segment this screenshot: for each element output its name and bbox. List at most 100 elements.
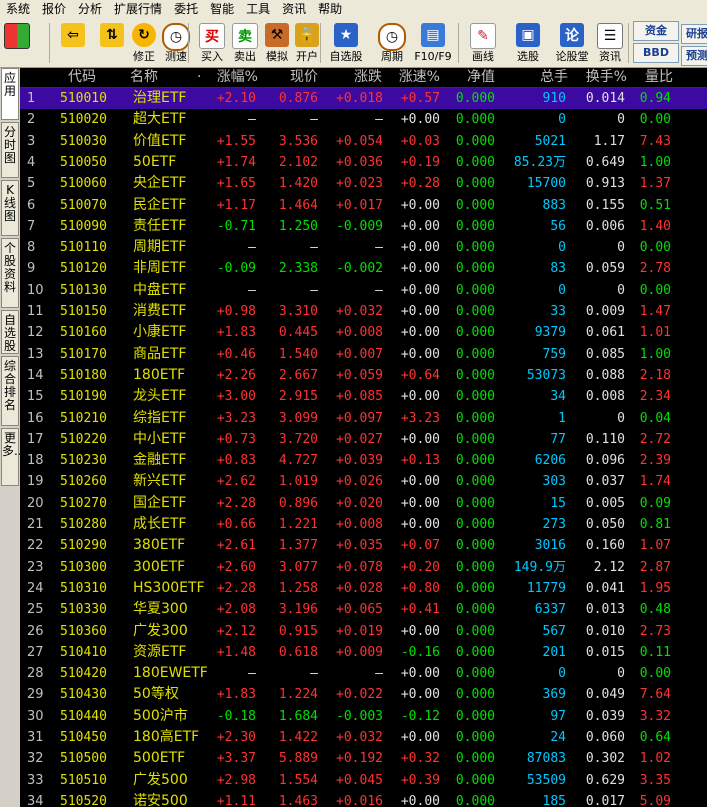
menu-item-5[interactable]: 智能 — [204, 0, 240, 19]
stock-select-button[interactable]: ▣ 选股 — [508, 19, 548, 67]
news-button[interactable]: ☰ 资讯 — [593, 19, 627, 67]
measure-button[interactable]: ◷ 测速 — [162, 19, 190, 67]
period-button[interactable]: ◷ 周期 — [374, 19, 410, 67]
back-button[interactable]: ⇦ — [58, 19, 88, 67]
funds-button[interactable]: 资金 — [633, 21, 679, 41]
table-row[interactable]: 5 510060 央企ETF +1.65 1.420 +0.023 +0.28 0.000 15… — [20, 173, 707, 194]
column-header-0[interactable]: 代码 — [68, 68, 96, 87]
menu-item-0[interactable]: 系统 — [0, 0, 36, 19]
column-header-8[interactable]: 总手 — [540, 68, 568, 87]
bbd-button[interactable]: BBD — [633, 43, 679, 63]
change-cell: +0.027 — [336, 431, 383, 447]
table-row[interactable]: 14 510180 180ETF +2.26 2.667 +0.059 +0.64 0.000… — [20, 365, 707, 386]
volume-cell: 77 — [550, 431, 566, 447]
column-header-9[interactable]: 换手% — [586, 68, 627, 87]
turnover-cell: 0 — [617, 282, 625, 298]
sell-button[interactable]: 卖卖出 — [230, 19, 260, 67]
price-cell: 3.310 — [278, 304, 318, 319]
layout-button[interactable] — [3, 19, 31, 67]
table-row[interactable]: 24 510310 HS300ETF +2.28 1.258 +0.028 +0.80 0.0… — [20, 578, 707, 599]
table-row[interactable]: 7 510090 责任ETF -0.71 1.250 -0.009 +0.00 0.000 56… — [20, 216, 707, 237]
table-row[interactable]: 8 510110 周期ETF — — — +0.00 0.000 0 0 0.00 — [20, 237, 707, 258]
table-row[interactable]: 16 510210 综指ETF +3.23 3.099 +0.097 +3.23 0.000 1… — [20, 408, 707, 429]
table-row[interactable]: 4 510050 50ETF +1.74 2.102 +0.036 +0.19 0.000 85… — [20, 152, 707, 173]
table-row[interactable]: 12 510160 小康ETF +1.83 0.445 +0.008 +0.00 0.000 9… — [20, 322, 707, 343]
sidebar-tab-0[interactable]: 应用 — [1, 68, 19, 120]
name-cell: 中小ETF — [133, 430, 187, 447]
simulate-button[interactable]: ⚒ 模拟 — [263, 19, 291, 67]
table-row[interactable]: 15 510190 龙头ETF +3.00 2.915 +0.085 +0.00 0.000 3… — [20, 386, 707, 407]
column-header-3[interactable]: 涨幅% — [217, 68, 258, 87]
table-row[interactable]: 32 510500 500ETF +3.37 5.889 +0.192 +0.32 0.000… — [20, 748, 707, 769]
change-cell: — — [375, 666, 383, 682]
draw-button[interactable]: ✎ 画线 — [463, 19, 503, 67]
table-row[interactable]: 18 510230 金融ETF +0.83 4.727 +0.039 +0.13 0.000 6… — [20, 450, 707, 471]
column-header-7[interactable]: 净值 — [467, 68, 495, 87]
column-header-4[interactable]: 现价 — [290, 68, 318, 87]
code-cell: 510520 — [60, 793, 107, 807]
table-row[interactable]: 26 510360 广发300 +2.12 0.915 +0.019 +0.00 0.000 5… — [20, 621, 707, 642]
turnover-cell: 0.629 — [585, 772, 625, 788]
up-down-button[interactable]: ⇅ — [97, 19, 127, 67]
menu-item-3[interactable]: 扩展行情 — [108, 0, 168, 19]
table-row[interactable]: 17 510220 中小ETF +0.73 3.720 +0.027 +0.00 0.000 7… — [20, 429, 707, 450]
table-row[interactable]: 29 510430 50等权 +1.83 1.224 +0.022 +0.00 0.000 36… — [20, 684, 707, 705]
sidebar-tab-1[interactable]: 分时图 — [1, 122, 19, 178]
column-header-6[interactable]: 涨速% — [399, 68, 440, 87]
watchlist-button[interactable]: ★ 自选股 — [328, 19, 364, 67]
table-row[interactable]: 21 510280 成长ETF +0.66 1.221 +0.008 +0.00 0.000 2… — [20, 514, 707, 535]
table-header: 代码 名称 · 涨幅% 现价 涨跌 涨速% 净值 总手 换手% 量比 — [20, 68, 707, 88]
table-row[interactable]: 31 510450 180高ETF +2.30 1.422 +0.032 +0.00 0.00… — [20, 727, 707, 748]
speed-cell: +0.00 — [400, 730, 440, 745]
research-button[interactable]: 研报 — [681, 24, 707, 44]
table-row[interactable]: 1 510010 治理ETF +2.10 0.876 +0.018 +0.57 0.000 91… — [20, 88, 707, 110]
table-row[interactable]: 23 510300 300ETF +2.60 3.077 +0.078 +0.20 0.000… — [20, 557, 707, 578]
menu-item-7[interactable]: 资讯 — [276, 0, 312, 19]
open-account-button[interactable]: 🔒 开户 — [293, 19, 321, 67]
column-header-10[interactable]: 量比 — [645, 68, 673, 87]
table-row[interactable]: 2 510020 超大ETF — — — +0.00 0.000 0 0 0.00 — [20, 109, 707, 130]
table-row[interactable]: 28 510420 180EWETF — — — +0.00 0.000 0 0 0.00 — [20, 663, 707, 684]
menu-item-2[interactable]: 分析 — [72, 0, 108, 19]
nav-cell: 0.000 — [455, 197, 495, 213]
menu-item-1[interactable]: 报价 — [36, 0, 72, 19]
column-header-5[interactable]: 涨跌 — [354, 68, 382, 87]
forum-button[interactable]: 论论股堂 — [553, 19, 591, 67]
menu-item-4[interactable]: 委托 — [168, 0, 204, 19]
column-header-1[interactable]: 名称 — [130, 68, 158, 87]
speed-cell: +0.00 — [400, 261, 440, 277]
column-header-2[interactable]: · — [197, 68, 201, 87]
table-row[interactable]: 6 510070 民企ETF +1.17 1.464 +0.017 +0.00 0.000 88… — [20, 195, 707, 216]
table-row[interactable]: 20 510270 国企ETF +2.28 0.896 +0.020 +0.00 0.000 1… — [20, 493, 707, 514]
table-row[interactable]: 9 510120 非周ETF -0.09 2.338 -0.002 +0.00 0.000 83… — [20, 258, 707, 279]
sidebar-tab-4[interactable]: 自选股 — [1, 310, 19, 354]
volume-ratio-cell: 0.64 — [639, 730, 671, 745]
correct-button[interactable]: ↻ 修正 — [130, 19, 158, 67]
sidebar-tab-5[interactable]: 综合排名 — [1, 356, 19, 426]
table-row[interactable]: 11 510150 消费ETF +0.98 3.310 +0.032 +0.00 0.000 3… — [20, 301, 707, 322]
table-row[interactable]: 25 510330 华夏300 +2.08 3.196 +0.065 +0.41 0.000 6… — [20, 599, 707, 620]
menu-item-6[interactable]: 工具 — [240, 0, 276, 19]
volume-cell: 0 — [558, 666, 566, 682]
sidebar-tab-3[interactable]: 个股资料 — [1, 238, 19, 308]
table-row[interactable]: 22 510290 380ETF +2.61 1.377 +0.035 +0.07 0.000… — [20, 535, 707, 556]
table-row[interactable]: 30 510440 500沪市 -0.18 1.684 -0.003 -0.12 0.000 9… — [20, 706, 707, 727]
code-cell: 510090 — [60, 218, 107, 234]
f10-button[interactable]: ▤ F10/F9 — [412, 19, 454, 67]
forecast-button[interactable]: 预测 — [681, 46, 707, 66]
menu-item-8[interactable]: 帮助 — [312, 0, 348, 19]
table-row[interactable]: 13 510170 商品ETF +0.46 1.540 +0.007 +0.00 0.000 7… — [20, 344, 707, 365]
sidebar-tab-6[interactable]: 更多.. — [1, 428, 22, 486]
table-row[interactable]: 3 510030 价值ETF +1.55 3.536 +0.054 +0.03 0.000 50… — [20, 131, 707, 152]
turnover-cell: 0.010 — [585, 623, 625, 639]
table-row[interactable]: 10 510130 中盘ETF — — — +0.00 0.000 0 0 0.00 — [20, 280, 707, 301]
nav-cell: 0.000 — [455, 91, 495, 106]
table-row[interactable]: 27 510410 资源ETF +1.48 0.618 +0.009 -0.16 0.000 2… — [20, 642, 707, 663]
sidebar-tab-2[interactable]: K线图 — [1, 180, 19, 236]
price-cell: 5.889 — [278, 751, 318, 767]
menu-bar: 系统 报价 分析 扩展行情 委托 智能 工具 资讯 帮助 — [0, 0, 707, 20]
table-row[interactable]: 33 510510 广发500 +2.98 1.554 +0.045 +0.39 0.000 5… — [20, 770, 707, 791]
buy-button[interactable]: 买买入 — [197, 19, 227, 67]
table-row[interactable]: 34 510520 诺安500 +1.11 1.463 +0.016 +0.00 0.000 1… — [20, 791, 707, 807]
table-row[interactable]: 19 510260 新兴ETF +2.62 1.019 +0.026 +0.00 0.000 3… — [20, 471, 707, 492]
